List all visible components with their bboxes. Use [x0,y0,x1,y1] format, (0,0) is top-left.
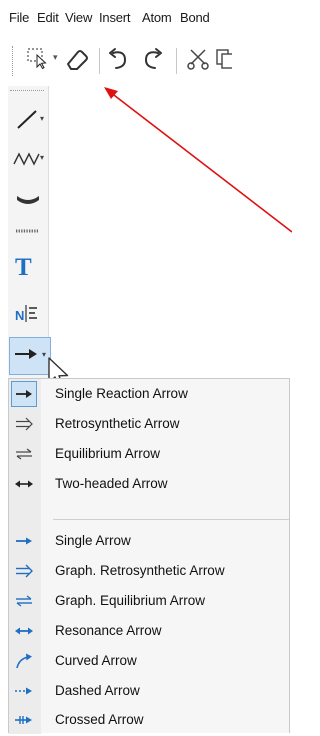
dropdown-separator [53,519,289,520]
dropdown-item-crossed-arrow[interactable]: Crossed Arrow [9,705,289,735]
dropdown-item-retrosynthetic-arrow[interactable]: Retrosynthetic Arrow [9,409,289,439]
panel-grip [10,90,44,91]
dropdown-item-label: Graph. Equilibrium Arrow [55,593,206,608]
atom-label-icon[interactable]: N [14,300,42,326]
dropdown-item-single-arrow[interactable]: Single Arrow [9,526,289,556]
dropdown-item-label: Single Reaction Arrow [55,386,188,401]
single-reaction-arrow-icon [13,383,35,405]
dropdown-item-single-reaction-arrow[interactable]: Single Reaction Arrow [9,379,289,409]
dashed-line-icon[interactable] [14,224,40,238]
graph-equilibrium-arrow-icon [13,590,35,612]
arrow-type-dropdown: Single Reaction Arrow Retrosynthetic Arr… [8,378,290,735]
dashed-arrow-icon [13,680,35,702]
dropdown-item-dashed-arrow[interactable]: Dashed Arrow [9,676,289,706]
arrow-icon [13,344,39,364]
equilibrium-arrow-icon [13,443,35,465]
dropdown-item-label: Two-headed Arrow [55,476,168,491]
chain-dropdown-caret[interactable]: ▾ [40,153,44,162]
crossed-arrow-icon [13,709,35,731]
graph-retrosynthetic-arrow-icon [13,560,35,582]
two-headed-arrow-icon [13,473,35,495]
chain-icon[interactable] [12,146,42,172]
single-arrow-icon [13,530,35,552]
dropdown-item-label: Dashed Arrow [55,683,140,698]
dropdown-item-two-headed-arrow[interactable]: Two-headed Arrow [9,469,289,499]
dropdown-item-label: Retrosynthetic Arrow [55,416,180,431]
resonance-arrow-icon [13,620,35,642]
bond-dropdown-caret[interactable]: ▾ [40,114,44,123]
text-icon[interactable]: T [15,254,32,282]
svg-text:N: N [15,308,24,323]
dropdown-item-label: Resonance Arrow [55,623,162,638]
dropdown-item-resonance-arrow[interactable]: Resonance Arrow [9,616,289,646]
curved-arrow-icon [13,650,35,672]
ring-icon[interactable] [14,186,42,210]
dropdown-item-label: Graph. Retrosynthetic Arrow [55,563,225,578]
dropdown-item-curved-arrow[interactable]: Curved Arrow [9,646,289,676]
dropdown-item-equilibrium-arrow[interactable]: Equilibrium Arrow [9,439,289,469]
dropdown-item-label: Crossed Arrow [55,712,144,727]
dropdown-item-graph-equilibrium-arrow[interactable]: Graph. Equilibrium Arrow [9,586,289,616]
single-bond-icon[interactable] [14,106,40,132]
dropdown-item-graph-retrosynthetic-arrow[interactable]: Graph. Retrosynthetic Arrow [9,556,289,586]
dropdown-item-label: Curved Arrow [55,653,137,668]
retrosynthetic-arrow-icon [13,413,35,435]
dropdown-item-label: Equilibrium Arrow [55,446,161,461]
dropdown-item-label: Single Arrow [55,533,131,548]
